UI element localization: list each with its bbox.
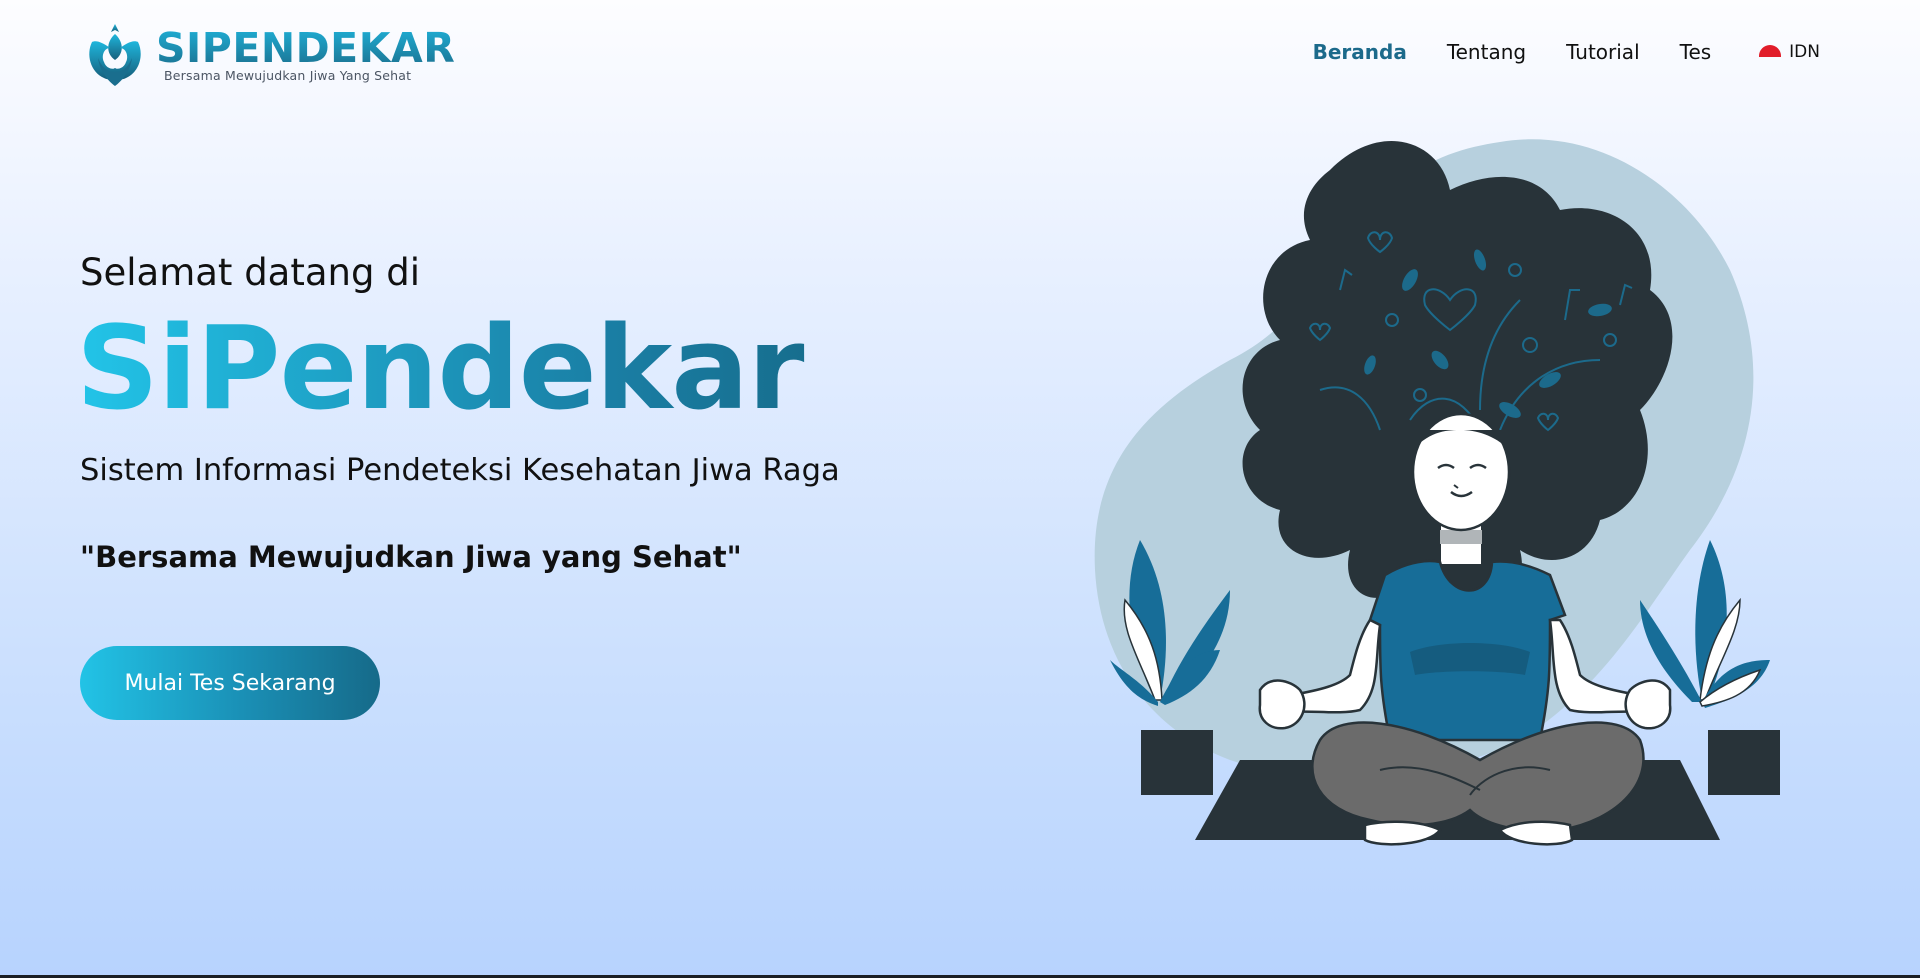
nav-item-beranda[interactable]: Beranda bbox=[1313, 40, 1407, 64]
lotus-logo-icon bbox=[89, 24, 141, 86]
meditation-illustration bbox=[1094, 139, 1780, 846]
left-hand bbox=[1258, 679, 1306, 730]
hero-subtitle: Sistem Informasi Pendeteksi Kesehatan Ji… bbox=[80, 453, 840, 488]
nav-item-tentang[interactable]: Tentang bbox=[1447, 40, 1526, 64]
language-selector[interactable]: IDN bbox=[1759, 42, 1820, 62]
language-label: IDN bbox=[1789, 42, 1820, 62]
brand-name: SIPENDEKAR bbox=[156, 23, 456, 72]
main-nav: Beranda Tentang Tutorial Tes IDN bbox=[1273, 40, 1820, 64]
face bbox=[1411, 412, 1511, 532]
hero-quote: "Bersama Mewujudkan Jiwa yang Sehat" bbox=[80, 540, 742, 574]
indonesia-flag-icon bbox=[1759, 45, 1782, 57]
hero-title: SiPendekar bbox=[76, 304, 840, 434]
left-foot bbox=[1363, 820, 1442, 846]
hero-section: Selamat datang di SiPendekar Sistem Info… bbox=[76, 250, 840, 576]
right-hand bbox=[1624, 679, 1672, 730]
nav-item-tutorial[interactable]: Tutorial bbox=[1566, 40, 1640, 64]
brand-logo[interactable]: SIPENDEKAR Bersama Mewujudkan Jiwa Yang … bbox=[82, 20, 455, 88]
start-test-button[interactable]: Mulai Tes Sekarang bbox=[80, 646, 380, 720]
nav-item-tes[interactable]: Tes bbox=[1680, 40, 1712, 64]
right-foot bbox=[1498, 820, 1574, 846]
hero-welcome: Selamat datang di bbox=[80, 251, 420, 294]
